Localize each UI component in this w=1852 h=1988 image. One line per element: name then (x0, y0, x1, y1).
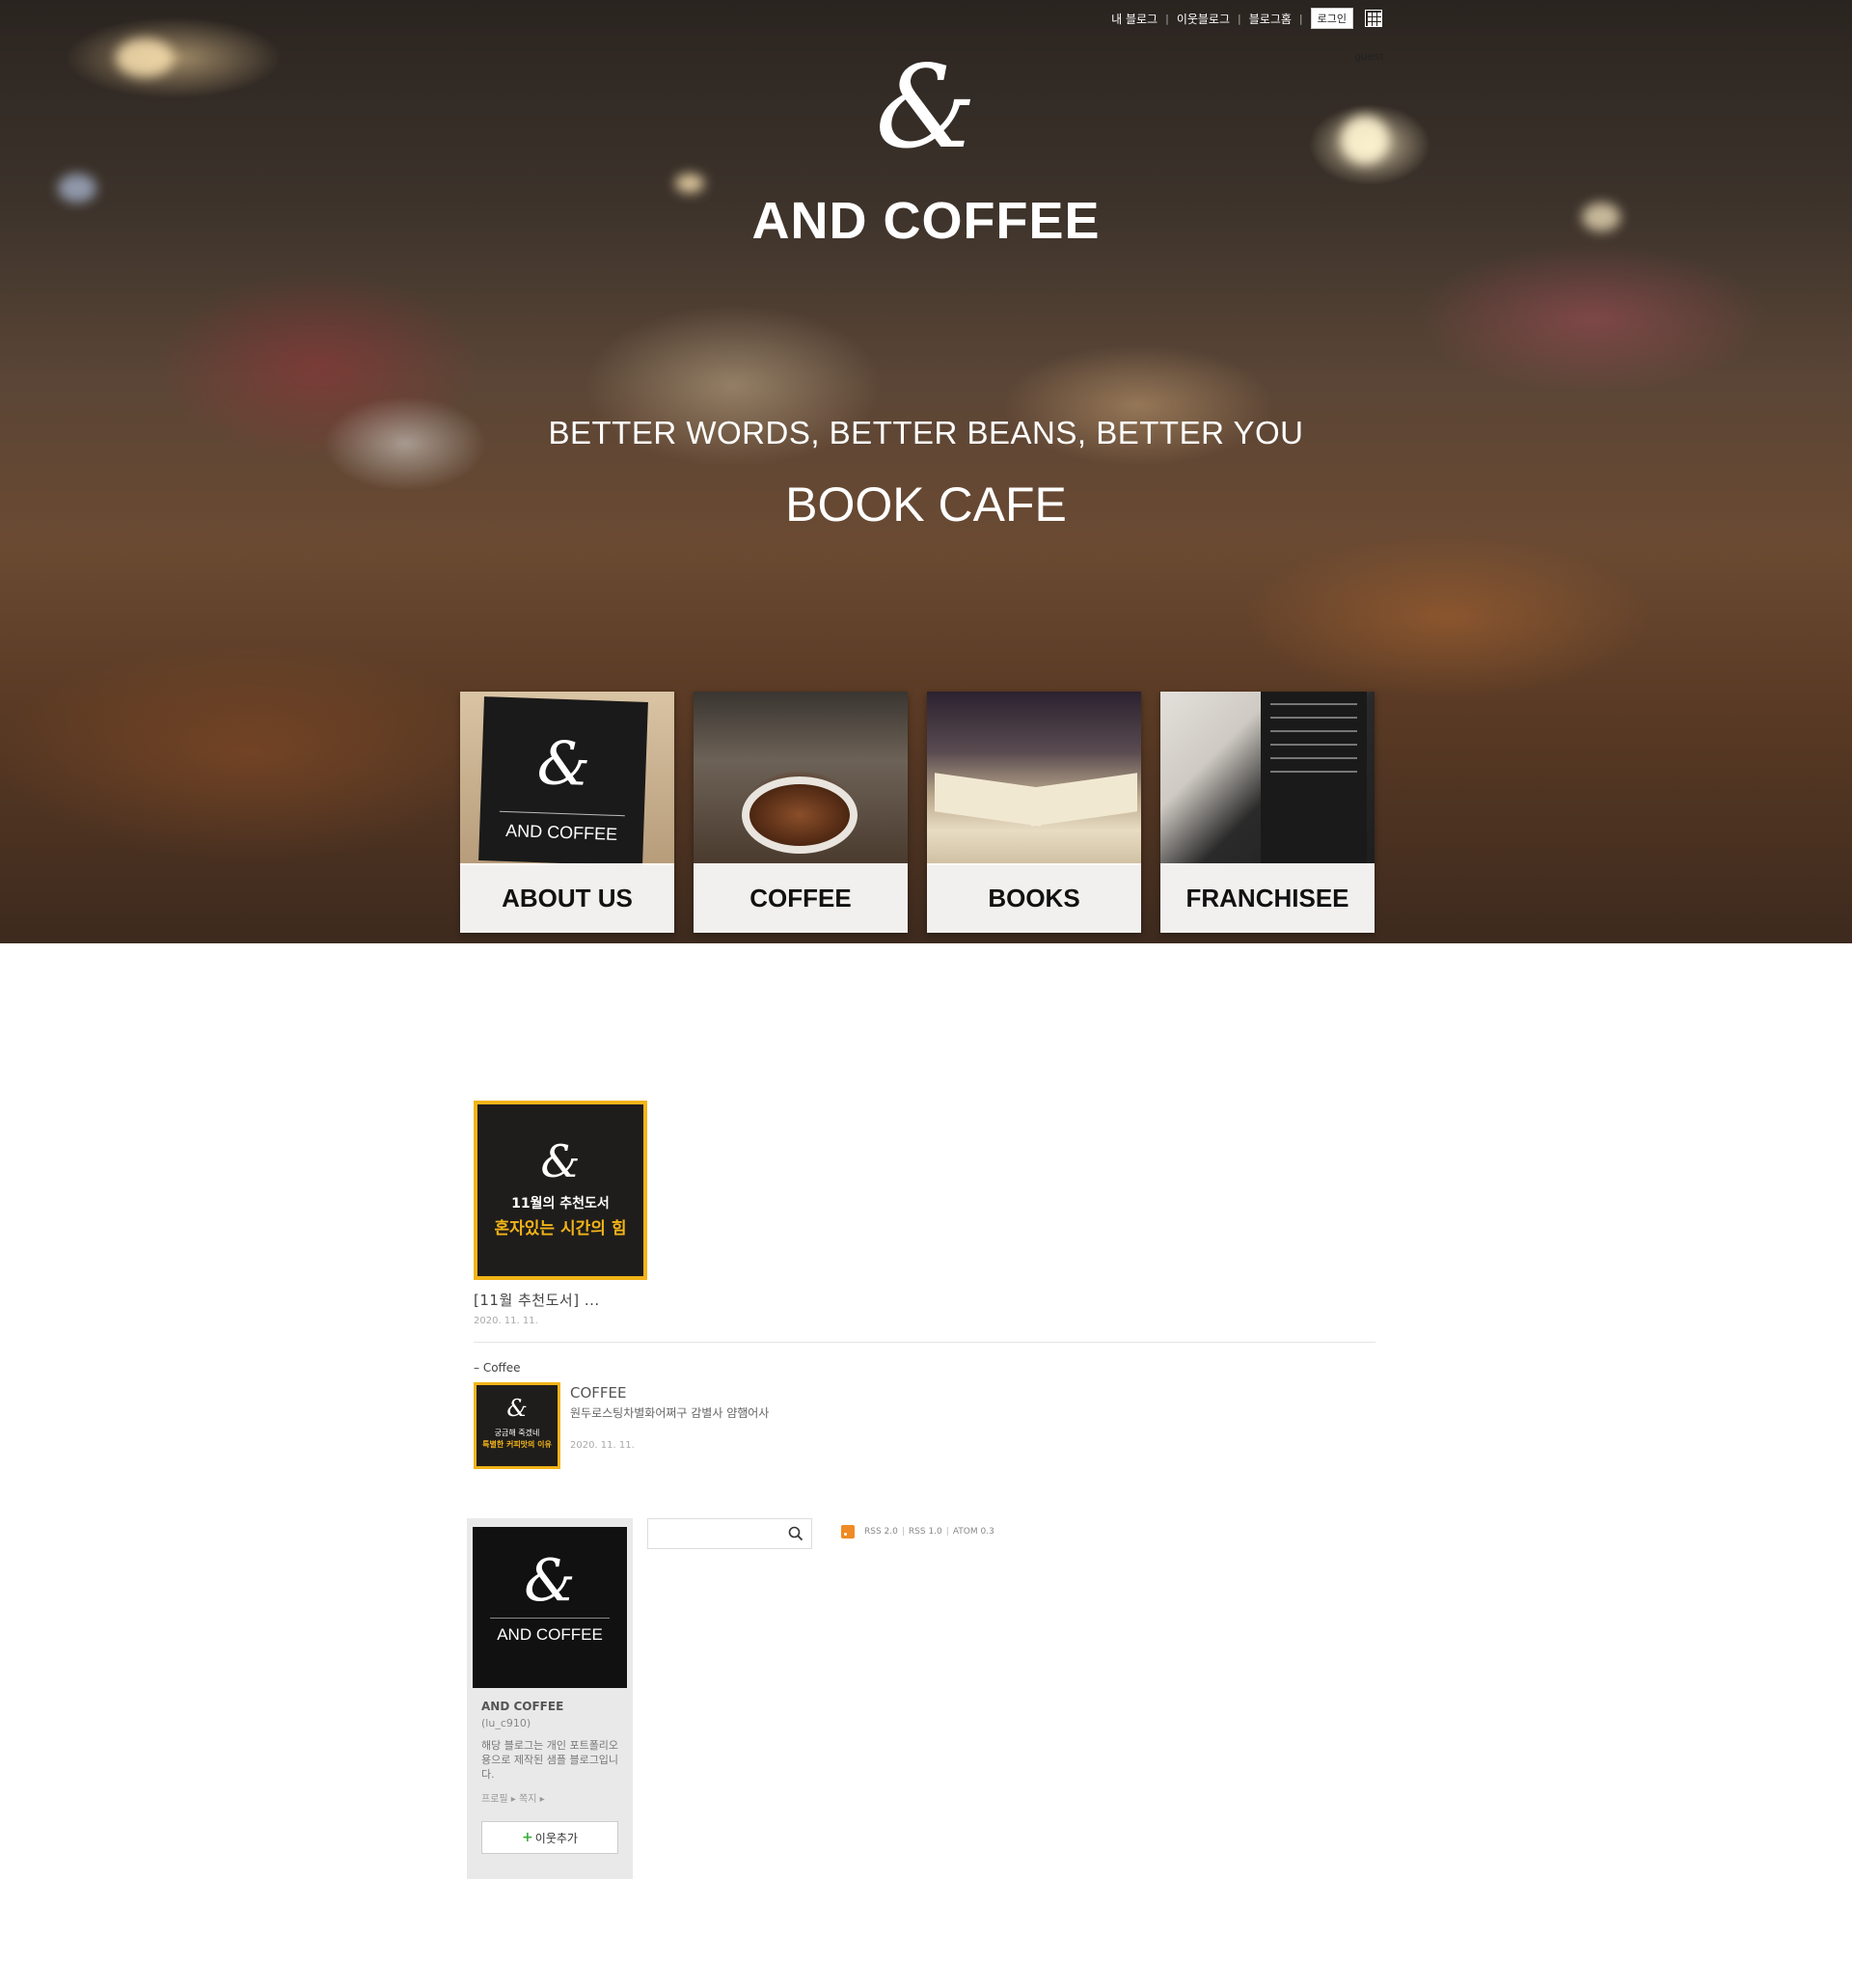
profile-id: (lu_c910) (481, 1717, 531, 1729)
profile-image[interactable]: & AND COFFEE (473, 1527, 627, 1688)
franchisee-image (1160, 692, 1375, 865)
rss-links: RSS 2.0 | RSS 1.0 | ATOM 0.3 (841, 1525, 998, 1539)
books-image (927, 692, 1141, 865)
profile-image-name: AND COFFEE (497, 1625, 603, 1644)
top-navigation: 내 블로그 | 이웃블로그 | 블로그홈 | 로그인 (1103, 8, 1382, 29)
thumbnail-headline: 특별한 커피맛의 이유 (482, 1440, 552, 1449)
add-neighbor-label: 이웃추가 (534, 1831, 578, 1845)
post-title[interactable]: COFFEE (570, 1384, 627, 1402)
featured-post-date: 2020. 11. 11. (474, 1316, 538, 1326)
profile-widget: & AND COFFEE AND COFFEE (lu_c910) 해당 블로그… (467, 1518, 633, 1879)
books-label: BOOKS (927, 863, 1141, 933)
my-blog-link[interactable]: 내 블로그 (1103, 11, 1165, 27)
ampersand-logo-icon: & (875, 41, 977, 174)
featured-post-title[interactable]: [11월 추천도서] ... (474, 1290, 647, 1310)
search-icon[interactable] (788, 1526, 803, 1541)
books-card[interactable]: BOOKS (927, 692, 1141, 933)
post-thumbnail[interactable]: & 궁금해 죽겠네 특별한 커피맛의 이유 (474, 1382, 560, 1469)
featured-post[interactable]: & 11월의 추천도서 혼자있는 시간의 힘 [11월 추천도서] ... 20… (474, 1101, 647, 1326)
rss1-link[interactable]: RSS 1.0 (905, 1527, 946, 1537)
ampersand-logo-icon: & (506, 1395, 528, 1422)
profile-name: AND COFFEE (481, 1700, 564, 1713)
rss-icon (841, 1525, 855, 1539)
atom-link[interactable]: ATOM 0.3 (949, 1527, 998, 1537)
section-divider (474, 1342, 1375, 1343)
search-input[interactable] (652, 1523, 777, 1544)
sign-name: AND COFFEE (504, 820, 618, 844)
book-page (935, 773, 1041, 827)
rss2-link[interactable]: RSS 2.0 (860, 1527, 902, 1537)
thumbnail-headline: 혼자있는 시간의 힘 (494, 1219, 627, 1239)
featured-thumbnail[interactable]: & 11월의 추천도서 혼자있는 시간의 힘 (474, 1101, 647, 1280)
coffee-image (694, 692, 908, 865)
about-us-image: & AND COFFEE (460, 692, 674, 866)
hero-banner: 내 블로그 | 이웃블로그 | 블로그홈 | 로그인 guest & AND C… (0, 0, 1852, 943)
about-us-card[interactable]: & AND COFFEE ABOUT US (460, 692, 674, 933)
thumbnail-caption: 11월의 추천도서 (511, 1196, 610, 1212)
profile-links: 프로필 ▸ 쪽지 ▸ (481, 1790, 545, 1805)
post-description: 원두로스팅차별화어쩌구 감별사 얌햄어사 (570, 1406, 770, 1420)
coffee-card[interactable]: COFFEE (694, 692, 908, 933)
hero-tagline: BETTER WORDS, BETTER BEANS, BETTER YOU (548, 415, 1304, 450)
login-button[interactable]: 로그인 (1310, 8, 1353, 29)
post-date: 2020. 11. 11. (570, 1440, 635, 1451)
menu-board (1261, 692, 1367, 865)
plus-icon: + (522, 1830, 533, 1845)
coffee-label: COFFEE (694, 863, 908, 933)
bokeh-light (675, 174, 704, 193)
franchisee-label: FRANCHISEE (1160, 863, 1375, 933)
list-item[interactable]: & 궁금해 죽겠네 특별한 커피맛의 이유 COFFEE 원두로스팅차별화어쩌구… (474, 1382, 859, 1469)
menu-cards: & AND COFFEE ABOUT US COFFEE BOOKS FRANC… (460, 692, 1375, 933)
arrow-right-icon: ▸ (510, 1794, 519, 1805)
blog-title: AND COFFEE (751, 192, 1101, 250)
note-link[interactable]: 쪽지 (519, 1794, 536, 1805)
nav-separator: | (1298, 12, 1303, 25)
arrow-right-icon: ▸ (539, 1794, 545, 1805)
blog-home-link[interactable]: 블로그홈 (1241, 11, 1299, 27)
profile-link[interactable]: 프로필 (481, 1794, 508, 1805)
ampersand-logo-icon: & (524, 1547, 576, 1615)
thumbnail-caption: 궁금해 죽겠네 (494, 1429, 540, 1437)
franchisee-card[interactable]: FRANCHISEE (1160, 692, 1375, 933)
store-sign: & AND COFFEE (478, 696, 648, 866)
search-box (647, 1518, 812, 1549)
hero-subtitle: BOOK CAFE (785, 477, 1067, 531)
coffee-cup-icon (742, 776, 858, 854)
neighbor-blog-link[interactable]: 이웃블로그 (1169, 11, 1238, 27)
about-us-label: ABOUT US (460, 863, 674, 933)
ampersand-logo-icon: & (540, 1135, 581, 1187)
add-neighbor-button[interactable]: + 이웃추가 (481, 1821, 618, 1854)
ampersand-logo-icon: & (535, 727, 592, 800)
category-title[interactable]: – Coffee (474, 1361, 521, 1375)
profile-description: 해당 블로그는 개인 포트폴리오용으로 제작된 샘플 블로그입니다. (481, 1739, 619, 1781)
book-page (1031, 773, 1137, 827)
apps-grid-icon[interactable] (1365, 10, 1382, 27)
